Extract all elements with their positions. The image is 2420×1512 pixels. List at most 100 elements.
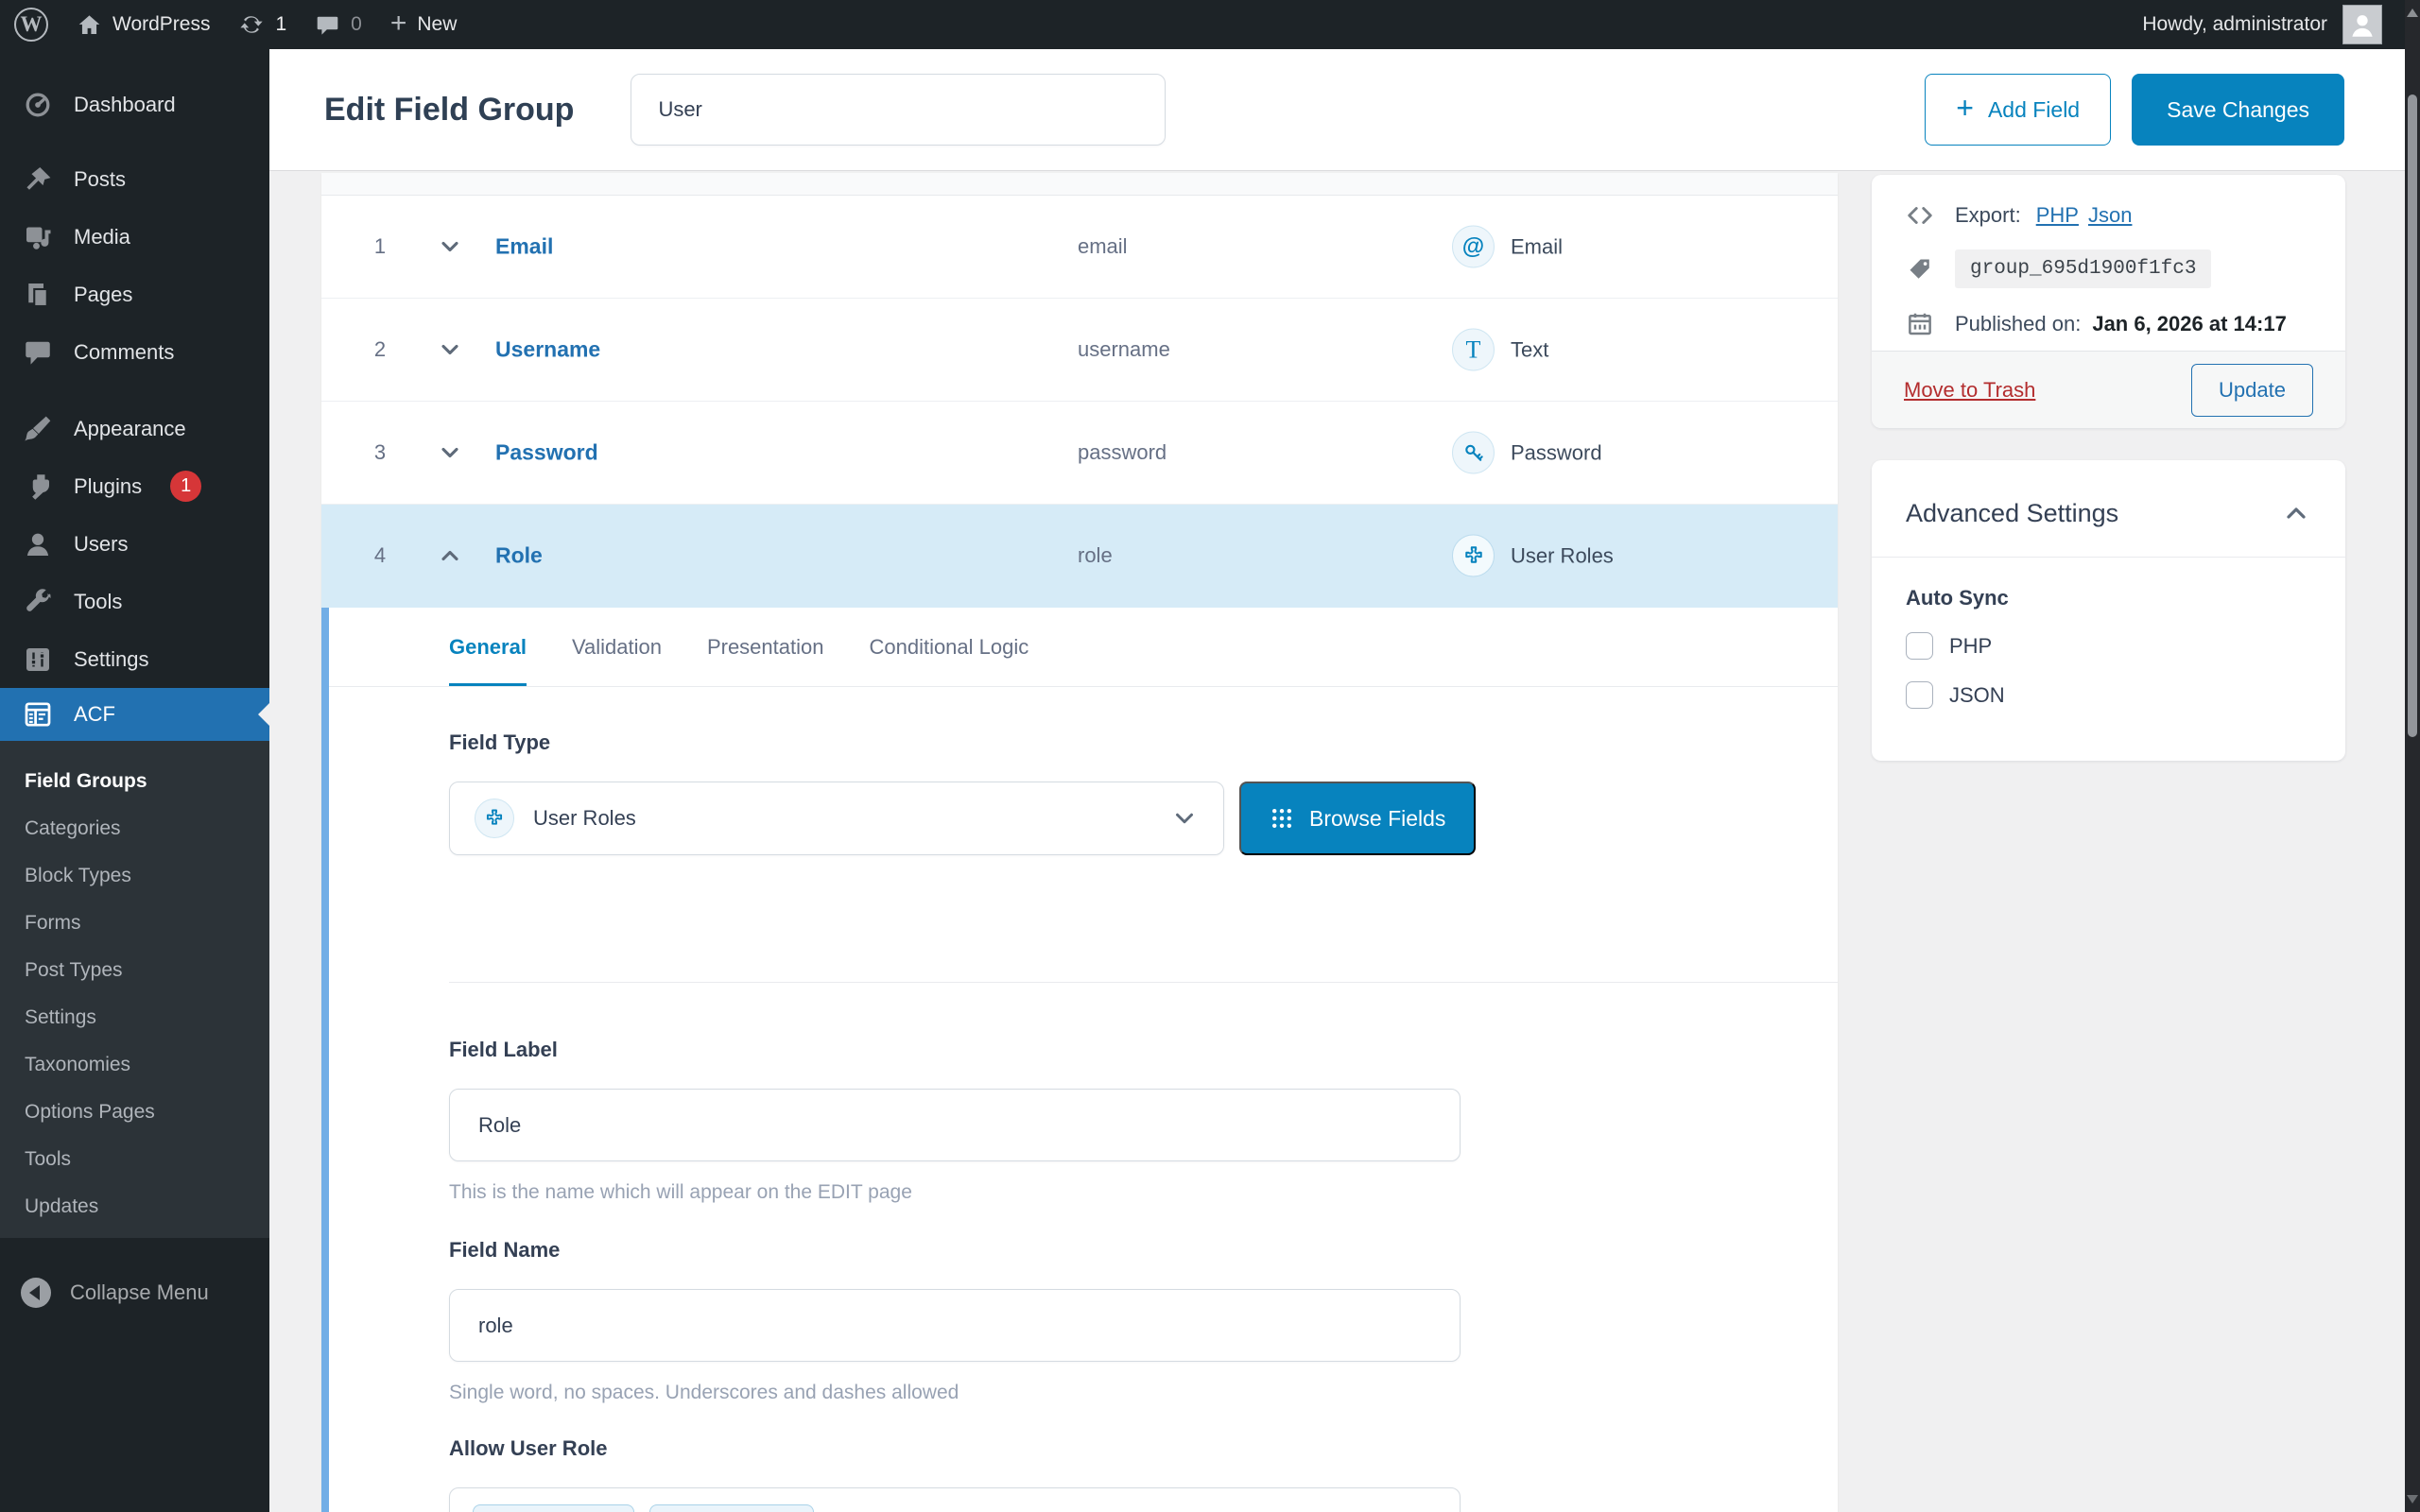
brush-icon	[23, 415, 53, 443]
php-checkbox[interactable]	[1906, 632, 1933, 660]
auto-sync-label: Auto Sync	[1906, 586, 2311, 610]
field-label-link[interactable]: Email	[495, 234, 553, 260]
scrollbar-thumb[interactable]	[2408, 94, 2417, 737]
sidebar-item-categories[interactable]: Categories	[0, 805, 269, 852]
group-key: group_695d1900f1fc3	[1955, 249, 2211, 288]
plus-icon: +	[1956, 91, 1974, 126]
php-checkbox-label: PHP	[1949, 634, 1992, 659]
sidebar-item-acf-tools[interactable]: Tools	[0, 1136, 269, 1183]
field-label-link[interactable]: Username	[495, 337, 600, 363]
field-group-card: 1 Email email @ Email 2 Username usernam…	[321, 173, 1838, 1512]
user-icon	[23, 530, 53, 558]
sidebar-item-updates[interactable]: Updates	[0, 1183, 269, 1230]
sidebar-item-settings[interactable]: Settings	[0, 630, 269, 688]
browse-fields-button[interactable]: Browse Fields	[1239, 782, 1476, 855]
updates-link[interactable]: 1	[224, 0, 301, 49]
tab-conditional-logic[interactable]: Conditional Logic	[869, 608, 1028, 686]
text-type-icon: T	[1452, 329, 1495, 371]
field-row-email[interactable]: 1 Email email @ Email	[321, 196, 1838, 299]
media-icon	[23, 223, 53, 251]
plus-icon: +	[390, 9, 407, 38]
tab-presentation[interactable]: Presentation	[707, 608, 824, 686]
wordpress-logo-icon: W	[14, 8, 48, 42]
sidebar-item-plugins[interactable]: Plugins 1	[0, 457, 269, 515]
sidebar-item-post-types[interactable]: Post Types	[0, 947, 269, 994]
email-type-icon: @	[1452, 226, 1495, 268]
avatar[interactable]	[2342, 5, 2382, 44]
role-chip-contributor: Contributor ×	[649, 1504, 814, 1512]
content-area: 1 Email email @ Email 2 Username usernam…	[269, 171, 2405, 1512]
updates-count: 1	[275, 13, 286, 36]
field-label-input[interactable]	[449, 1089, 1461, 1161]
json-checkbox[interactable]	[1906, 681, 1933, 709]
sidebar-item-dashboard[interactable]: Dashboard	[0, 76, 269, 133]
chevron-up-icon[interactable]	[2281, 498, 2311, 528]
sidebar-item-acf[interactable]: ACF	[0, 688, 269, 741]
sidebar-item-options-pages[interactable]: Options Pages	[0, 1089, 269, 1136]
field-label-label: Field Label	[449, 1038, 1838, 1062]
pushpin-icon	[23, 165, 53, 194]
published-date: Jan 6, 2026 at 14:17	[2092, 312, 2286, 336]
allow-user-role-label: Allow User Role	[449, 1436, 1838, 1461]
field-name-input[interactable]	[449, 1289, 1461, 1362]
page-scrollbar[interactable]	[2405, 0, 2420, 1512]
chevron-up-icon[interactable]	[437, 542, 463, 569]
new-content-menu[interactable]: + New	[376, 0, 472, 49]
export-json-link[interactable]: Json	[2088, 203, 2132, 228]
collapse-menu-button[interactable]: Collapse Menu	[0, 1268, 269, 1317]
field-label-link[interactable]: Role	[495, 543, 543, 569]
field-label-link[interactable]: Password	[495, 440, 598, 466]
update-button[interactable]: Update	[2191, 364, 2313, 417]
sidebar-item-field-groups[interactable]: Field Groups	[0, 758, 269, 805]
field-row-username[interactable]: 2 Username username T Text	[321, 299, 1838, 402]
field-row-password[interactable]: 3 Password password Password	[321, 402, 1838, 505]
field-table-header	[321, 173, 1838, 196]
calendar-icon	[1904, 310, 1936, 338]
howdy-text[interactable]: Howdy, administrator	[2142, 13, 2327, 36]
site-home-link[interactable]: WordPress	[62, 0, 224, 49]
sidebar-item-posts[interactable]: Posts	[0, 150, 269, 208]
published-prefix: Published on:	[1955, 312, 2081, 336]
sidebar-item-tools[interactable]: Tools	[0, 573, 269, 630]
acf-submenu: Field Groups Categories Block Types Form…	[0, 741, 269, 1238]
wp-logo-menu[interactable]: W	[0, 0, 62, 49]
chevron-down-icon[interactable]	[437, 439, 463, 466]
scroll-down-arrow-icon[interactable]	[2407, 1495, 2418, 1503]
sidebar-item-media[interactable]: Media	[0, 208, 269, 266]
sidebar-item-acf-settings[interactable]: Settings	[0, 994, 269, 1041]
field-settings-panel: General Validation Presentation Conditio…	[321, 608, 1838, 1512]
sidebar-item-block-types[interactable]: Block Types	[0, 852, 269, 900]
section-divider	[449, 982, 1838, 983]
sidebar-item-taxonomies[interactable]: Taxonomies	[0, 1041, 269, 1089]
divider	[1872, 557, 2345, 558]
add-field-button[interactable]: + Add Field	[1925, 74, 2111, 146]
comments-link[interactable]: 0	[301, 0, 376, 49]
tab-general[interactable]: General	[449, 608, 527, 686]
sidebar-item-forms[interactable]: Forms	[0, 900, 269, 947]
field-type-select[interactable]: User Roles	[449, 782, 1224, 855]
save-changes-button[interactable]: Save Changes	[2132, 74, 2344, 146]
allow-user-role-select[interactable]: Subscriber × Contributor × ×	[449, 1487, 1461, 1512]
export-php-link[interactable]: PHP	[2036, 203, 2079, 228]
grid-icon	[1270, 806, 1294, 831]
tab-validation[interactable]: Validation	[572, 608, 662, 686]
field-group-title-input[interactable]	[631, 74, 1166, 146]
sidebar-item-users[interactable]: Users	[0, 515, 269, 573]
sidebar-item-comments[interactable]: Comments	[0, 323, 269, 381]
move-to-trash-link[interactable]: Move to Trash	[1904, 378, 2035, 403]
field-row-role[interactable]: 4 Role role User Roles	[321, 505, 1838, 608]
meta-card-footer: Move to Trash Update	[1872, 351, 2345, 428]
puzzle-icon	[1452, 535, 1495, 577]
scroll-up-arrow-icon[interactable]	[2407, 9, 2418, 17]
chevron-down-icon[interactable]	[437, 336, 463, 363]
advanced-settings-title: Advanced Settings	[1906, 499, 2118, 528]
field-label-help: This is the name which will appear on th…	[449, 1181, 1838, 1204]
sliders-icon	[23, 645, 53, 674]
chevron-down-icon[interactable]	[437, 233, 463, 260]
sidebar-item-appearance[interactable]: Appearance	[0, 400, 269, 457]
group-meta-card: Export: PHP Json group_695d1900f1fc3 Pub…	[1872, 175, 2345, 428]
role-chip-subscriber: Subscriber ×	[473, 1504, 634, 1512]
page-title: Edit Field Group	[324, 92, 574, 129]
sidebar-item-pages[interactable]: Pages	[0, 266, 269, 323]
dashboard-icon	[23, 91, 53, 119]
